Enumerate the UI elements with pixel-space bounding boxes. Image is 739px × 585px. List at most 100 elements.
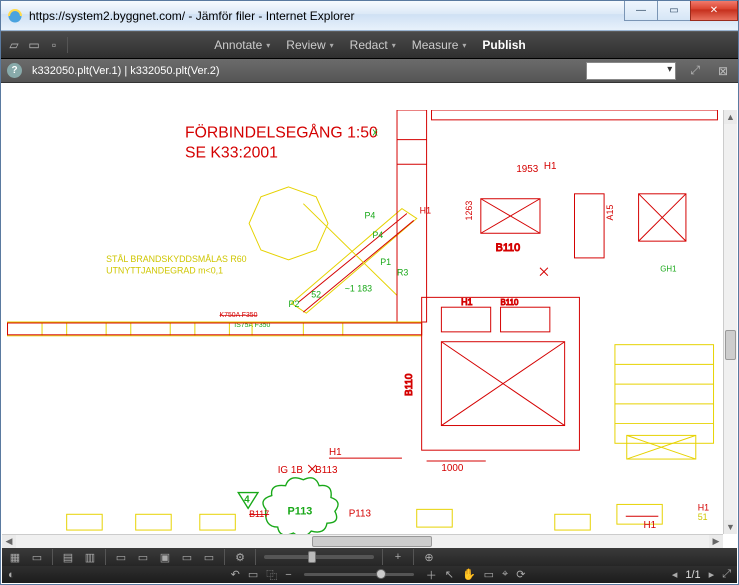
vertical-scrollbar[interactable]: ▲ ▼ xyxy=(723,110,737,534)
expand-icon[interactable]: ⤢ xyxy=(686,63,704,78)
scroll-up-icon[interactable]: ▲ xyxy=(724,110,737,124)
svg-text:52: 52 xyxy=(311,289,321,299)
red-wall-overlay xyxy=(8,323,422,335)
ie-favicon-icon xyxy=(7,8,23,24)
next-page-icon[interactable]: ▸ xyxy=(709,568,715,581)
opacity-slider[interactable] xyxy=(264,555,374,559)
svg-text:B110: B110 xyxy=(404,373,415,396)
maximize-icon: ▭ xyxy=(669,5,678,16)
svg-text:P4: P4 xyxy=(364,210,375,220)
titlebar: https://system2.byggnet.com/ - Jämför fi… xyxy=(1,1,738,31)
snapshot-icon[interactable]: ⌖ xyxy=(502,568,508,581)
scroll-down-icon[interactable]: ▼ xyxy=(724,520,737,534)
window-buttons: — ▭ ✕ xyxy=(624,1,738,30)
svg-text:~1 183: ~1 183 xyxy=(345,283,372,293)
view-e-icon[interactable]: ▭ xyxy=(202,550,216,564)
svg-text:B113: B113 xyxy=(315,465,338,476)
horizontal-scrollbar[interactable]: ◀ ▶ xyxy=(2,534,723,548)
scroll-left-icon[interactable]: ◀ xyxy=(2,535,16,548)
menu-review[interactable]: Review▾ xyxy=(280,35,339,55)
svg-text:B117: B117 xyxy=(249,509,269,519)
window-title: https://system2.byggnet.com/ - Jämför fi… xyxy=(29,9,624,23)
add-icon[interactable]: + xyxy=(391,550,405,564)
svg-text:51: 51 xyxy=(698,512,708,522)
drawing-x-marker: x xyxy=(372,127,378,139)
svg-text:H1: H1 xyxy=(461,297,472,307)
separator xyxy=(67,37,68,53)
zoom-knob[interactable] xyxy=(376,569,386,579)
svg-text:K750A F350: K750A F350 xyxy=(220,312,258,319)
file-compare-label: k332050.plt(Ver.1) | k332050.plt(Ver.2) xyxy=(32,65,220,77)
view-d-icon[interactable]: ▭ xyxy=(180,550,194,564)
zoom-in-icon[interactable]: ＋ xyxy=(426,567,437,583)
cursor-icon[interactable]: ↖ xyxy=(445,568,454,581)
menu-measure[interactable]: Measure▾ xyxy=(406,35,473,55)
drawing-viewport[interactable]: FÖRBINDELSEGÅNG 1:50 SE K33:2001 x STÅL … xyxy=(2,110,723,534)
main-toolbar: ▱ ▭ ▫ Annotate▾ Review▾ Redact▾ Measure▾… xyxy=(1,31,738,59)
save-icon[interactable]: ▫ xyxy=(47,38,61,52)
open-file-icon[interactable]: ▭ xyxy=(27,38,41,52)
new-file-icon[interactable]: ▱ xyxy=(7,38,21,52)
svg-text:R3: R3 xyxy=(397,268,408,278)
svg-text:P2: P2 xyxy=(289,299,300,309)
svg-text:P1: P1 xyxy=(380,257,391,267)
tab-close-icon[interactable]: ⊠ xyxy=(714,64,732,78)
svg-text:P113: P113 xyxy=(288,505,313,517)
view-toolbar: ▦ ▭ ▤ ▥ ▭ ▭ ▣ ▭ ▭ ⚙ + ⊕ xyxy=(2,548,737,566)
layout-1-icon[interactable]: ▤ xyxy=(61,550,75,564)
svg-text:H1: H1 xyxy=(329,447,342,458)
menu-annotate[interactable]: Annotate▾ xyxy=(208,35,276,55)
view-a-icon[interactable]: ▭ xyxy=(114,550,128,564)
layout-2-icon[interactable]: ▥ xyxy=(83,550,97,564)
slider-knob[interactable] xyxy=(308,551,316,563)
marquee-icon[interactable]: ▭ xyxy=(484,568,494,581)
window-app-name: Internet Explorer xyxy=(266,9,355,23)
window-url: https://system2.byggnet.com/ xyxy=(29,9,185,23)
copy-icon[interactable]: ⿻ xyxy=(266,567,277,583)
prev-page-icon[interactable]: ◂ xyxy=(672,568,678,581)
svg-text:B110: B110 xyxy=(496,242,520,254)
menu-publish[interactable]: Publish xyxy=(476,35,531,55)
view-c-icon[interactable]: ▣ xyxy=(158,550,172,564)
status-bar: ◐ ↶ ▭ ⿻ − ＋ ↖ ✋ ▭ ⌖ ⟳ ◂ 1/1 ▸ ⤢ xyxy=(2,566,737,583)
page-indicator: 1/1 xyxy=(685,569,700,581)
help-icon[interactable]: ? xyxy=(7,63,22,78)
pages-icon[interactable]: ▭ xyxy=(30,550,44,564)
svg-text:1000: 1000 xyxy=(441,463,463,474)
thumbnails-icon[interactable]: ▦ xyxy=(8,550,22,564)
fullscreen-icon[interactable]: ⤢ xyxy=(722,568,731,581)
vscroll-thumb[interactable] xyxy=(725,330,736,360)
polygon-shape xyxy=(249,187,328,260)
zoom-slider[interactable] xyxy=(304,573,414,576)
file-tab-bar: ? k332050.plt(Ver.1) | k332050.plt(Ver.2… xyxy=(1,59,738,83)
target-icon[interactable]: ⊕ xyxy=(422,550,436,564)
svg-text:P4: P4 xyxy=(372,230,383,240)
minimize-icon: — xyxy=(636,5,646,16)
revision-cloud: P113 4 xyxy=(238,478,338,534)
page-icon[interactable]: ▭ xyxy=(248,568,258,581)
hscroll-thumb[interactable] xyxy=(312,536,432,547)
settings-icon[interactable]: ⚙ xyxy=(233,550,247,564)
maximize-button[interactable]: ▭ xyxy=(657,1,691,21)
view-b-icon[interactable]: ▭ xyxy=(136,550,150,564)
svg-text:1263: 1263 xyxy=(464,201,474,221)
svg-text:IG 1B: IG 1B xyxy=(278,465,304,476)
minimize-button[interactable]: — xyxy=(624,1,658,21)
zoom-out-icon[interactable]: − xyxy=(285,569,291,581)
undo-icon[interactable]: ↶ xyxy=(231,568,240,581)
menu-redact[interactable]: Redact▾ xyxy=(344,35,402,55)
hand-icon[interactable]: ✋ xyxy=(462,568,476,581)
chevron-down-icon: ▾ xyxy=(392,41,396,50)
svg-text:H1: H1 xyxy=(544,161,557,172)
svg-text:A15: A15 xyxy=(605,205,615,221)
svg-text:4: 4 xyxy=(244,494,250,505)
svg-text:B110: B110 xyxy=(501,298,519,307)
drawing-title-2: SE K33:2001 xyxy=(185,144,278,161)
close-button[interactable]: ✕ xyxy=(690,1,738,21)
chevron-down-icon: ▾ xyxy=(266,41,270,50)
stair-yellow xyxy=(615,345,714,459)
rotate-icon[interactable]: ⟳ xyxy=(516,568,525,581)
scroll-right-icon[interactable]: ▶ xyxy=(709,535,723,548)
yellow-note-1: STÅL BRANDSKYDDSMÅLAS R60 xyxy=(106,254,247,264)
view-selector[interactable] xyxy=(586,62,676,80)
